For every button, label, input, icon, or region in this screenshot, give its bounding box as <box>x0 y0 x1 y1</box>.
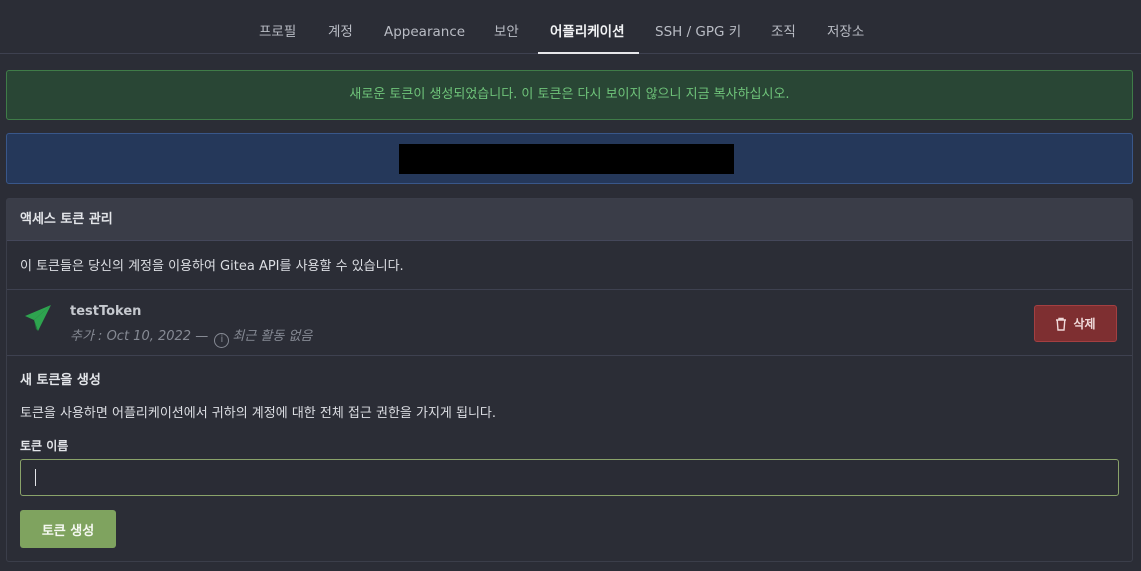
tab-profile[interactable]: 프로필 <box>259 0 296 54</box>
tab-appearance[interactable]: Appearance <box>384 0 465 54</box>
settings-tab-bar: 프로필 계정 Appearance 보안 어플리케이션 SSH / GPG 키 … <box>0 0 1141 54</box>
tab-security[interactable]: 보안 <box>494 0 519 54</box>
token-added-date: 추가 : Oct 10, 2022 — <box>70 329 209 344</box>
token-value-redacted[interactable] <box>399 144 734 174</box>
token-meta: 추가 : Oct 10, 2022 — i 최근 활동 없음 <box>70 325 312 348</box>
delete-button-label: 삭제 <box>1073 317 1096 331</box>
token-name-input[interactable] <box>20 459 1119 496</box>
access-tokens-panel: 액세스 토큰 관리 이 토큰들은 당신의 계정을 이용하여 Gitea API를… <box>6 198 1133 562</box>
token-created-message: 새로운 토큰이 생성되었습니다. 이 토큰은 다시 보이지 않으니 지금 복사하… <box>6 70 1133 120</box>
token-name: testToken <box>70 304 142 319</box>
tab-account[interactable]: 계정 <box>328 0 353 54</box>
info-icon: i <box>214 333 230 348</box>
divider <box>7 289 1132 290</box>
new-token-description: 토큰을 사용하면 어플리케이션에서 귀하의 계정에 대한 전체 접근 권한을 가… <box>20 406 497 421</box>
tab-ssh-gpg-keys[interactable]: SSH / GPG 키 <box>655 0 741 54</box>
new-token-value-box <box>6 133 1133 184</box>
new-token-title: 새 토큰을 생성 <box>20 373 101 388</box>
tab-organizations[interactable]: 조직 <box>771 0 796 54</box>
tab-applications[interactable]: 어플리케이션 <box>538 0 638 54</box>
generate-token-button[interactable]: 토큰 생성 <box>20 510 116 548</box>
divider <box>7 355 1132 356</box>
text-caret <box>35 469 36 486</box>
delete-token-button[interactable]: 삭제 <box>1034 305 1117 342</box>
access-tokens-header: 액세스 토큰 관리 <box>7 199 1132 241</box>
token-name-label: 토큰 이름 <box>20 439 69 453</box>
token-last-used: 최근 활동 없음 <box>232 329 313 344</box>
trash-icon <box>1056 317 1067 331</box>
tab-repositories[interactable]: 저장소 <box>827 0 864 54</box>
paper-plane-icon <box>23 303 53 333</box>
access-tokens-description: 이 토큰들은 당신의 계정을 이용하여 Gitea API를 사용할 수 있습니… <box>20 259 404 274</box>
